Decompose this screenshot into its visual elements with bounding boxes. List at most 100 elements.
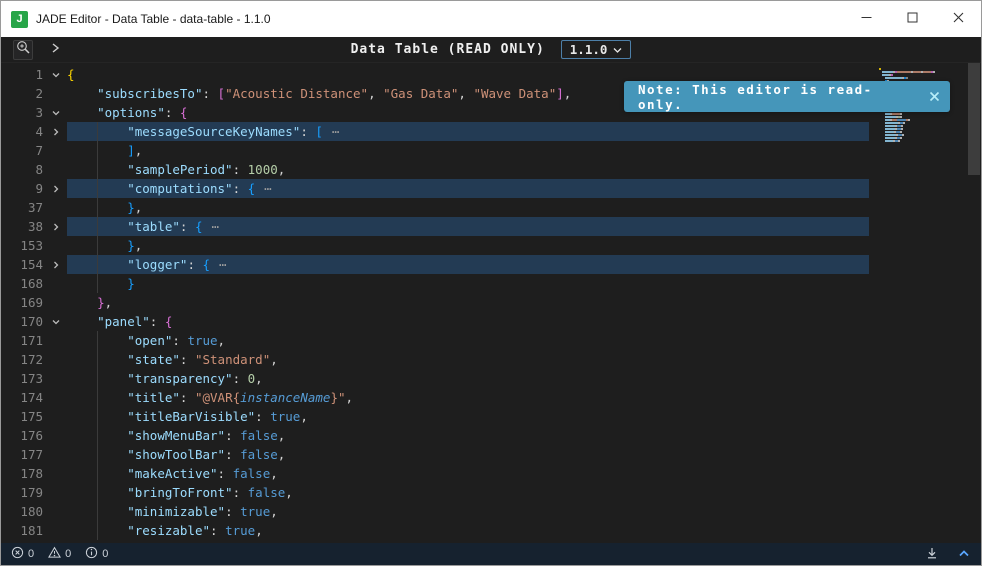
error-indicator[interactable]: 0 (11, 546, 34, 562)
info-count: 0 (102, 548, 109, 560)
line-number: 180 (20, 504, 43, 519)
minimap[interactable] (875, 63, 967, 543)
line-content[interactable]: "samplePeriod": 1000, (67, 160, 869, 179)
titlebar: J JADE Editor - Data Table - data-table … (1, 1, 981, 37)
line-content[interactable]: "titleBarVisible": true, (67, 407, 869, 426)
line-content[interactable]: "title": "@VAR{instanceName}", (67, 388, 869, 407)
line-content[interactable]: "table": {⋯ (67, 217, 869, 236)
fold-expanded-icon[interactable] (45, 103, 67, 122)
code-line[interactable]: 168 } (1, 274, 875, 293)
code-line[interactable]: 37 }, (1, 198, 875, 217)
readonly-toast: Note: This editor is read-only. (624, 81, 950, 112)
minimap-line (879, 122, 965, 124)
line-number: 37 (27, 200, 43, 215)
line-content[interactable]: "transparency": 0, (67, 369, 869, 388)
code-line[interactable]: 38 "table": {⋯ (1, 217, 875, 236)
line-content[interactable]: "showMenuBar": false, (67, 426, 869, 445)
code-line[interactable]: 7 ], (1, 141, 875, 160)
fold-expanded-icon[interactable] (45, 65, 67, 84)
indent-guide (97, 236, 99, 255)
vertical-scrollbar[interactable] (967, 63, 981, 543)
line-content[interactable]: ], (67, 141, 869, 160)
code-line[interactable]: 4 "messageSourceKeyNames": [⋯ (1, 122, 875, 141)
line-number: 176 (20, 428, 43, 443)
statusbar: 0 0 0 (1, 543, 981, 565)
line-content[interactable]: "logger": {⋯ (67, 255, 869, 274)
indent-guide (97, 331, 99, 350)
code-line[interactable]: 172 "state": "Standard", (1, 350, 875, 369)
code-line[interactable]: 153 }, (1, 236, 875, 255)
code-line[interactable]: 179 "bringToFront": false, (1, 483, 875, 502)
editor-toolbar: Data Table (READ ONLY) 1.1.0 (1, 37, 981, 63)
line-content[interactable]: "state": "Standard", (67, 350, 869, 369)
line-content[interactable]: }, (67, 198, 869, 217)
toast-close-icon[interactable] (927, 89, 941, 103)
line-content[interactable]: "showToolBar": false, (67, 445, 869, 464)
line-number: 171 (20, 333, 43, 348)
minimap-line (879, 68, 965, 70)
code-line[interactable]: 181 "resizable": true, (1, 521, 875, 540)
minimize-button[interactable] (843, 1, 889, 37)
close-icon (953, 10, 964, 28)
line-number: 1 (35, 67, 43, 82)
line-number: 8 (35, 162, 43, 177)
fold-collapsed-icon[interactable] (45, 255, 67, 274)
code-line[interactable]: 175 "titleBarVisible": true, (1, 407, 875, 426)
scrollbar-thumb[interactable] (968, 63, 980, 175)
code-line[interactable]: 176 "showMenuBar": false, (1, 426, 875, 445)
code-line[interactable]: 8 "samplePeriod": 1000, (1, 160, 875, 179)
code-line[interactable]: 154 "logger": {⋯ (1, 255, 875, 274)
line-content[interactable]: } (67, 274, 869, 293)
expand-button[interactable] (45, 40, 65, 60)
code-lines[interactable]: 1{2 "subscribesTo": ["Acoustic Distance"… (1, 63, 875, 543)
line-content[interactable]: "resizable": true, (67, 521, 869, 540)
line-content[interactable]: "computations": {⋯ (67, 179, 869, 198)
code-line[interactable]: 169 }, (1, 293, 875, 312)
warning-indicator[interactable]: 0 (48, 546, 71, 562)
minimize-icon (861, 10, 872, 28)
indent-guide (97, 388, 99, 407)
code-line[interactable]: 178 "makeActive": false, (1, 464, 875, 483)
fold-collapsed-icon[interactable] (45, 179, 67, 198)
maximize-button[interactable] (889, 1, 935, 37)
line-content[interactable]: "panel": { (67, 312, 869, 331)
line-content[interactable]: }, (67, 236, 869, 255)
line-number: 170 (20, 314, 43, 329)
indent-guide (97, 445, 99, 464)
code-line[interactable]: 174 "title": "@VAR{instanceName}", (1, 388, 875, 407)
code-line[interactable]: 180 "minimizable": true, (1, 502, 875, 521)
line-number: 3 (35, 105, 43, 120)
fold-collapsed-icon[interactable] (45, 122, 67, 141)
fold-collapsed-icon[interactable] (45, 217, 67, 236)
chevron-down-icon (613, 42, 622, 57)
indent-guide (97, 521, 99, 540)
line-content[interactable]: "open": true, (67, 331, 869, 350)
indent-guide (97, 426, 99, 445)
indent-guide (97, 350, 99, 369)
code-line[interactable]: 171 "open": true, (1, 331, 875, 350)
indent-guide (97, 274, 99, 293)
line-content[interactable]: "makeActive": false, (67, 464, 869, 483)
maximize-icon (907, 10, 918, 28)
chevron-up-icon[interactable] (957, 547, 971, 562)
close-button[interactable] (935, 1, 981, 37)
code-line[interactable]: 173 "transparency": 0, (1, 369, 875, 388)
zoom-button[interactable] (13, 39, 33, 60)
fold-expanded-icon[interactable] (45, 312, 67, 331)
line-content[interactable]: "bringToFront": false, (67, 483, 869, 502)
code-line[interactable]: 9 "computations": {⋯ (1, 179, 875, 198)
line-content[interactable]: }, (67, 293, 869, 312)
indent-guide (97, 502, 99, 521)
line-content[interactable]: "messageSourceKeyNames": [⋯ (67, 122, 869, 141)
line-content[interactable]: "minimizable": true, (67, 502, 869, 521)
info-indicator[interactable]: 0 (85, 546, 108, 562)
minimap-line (879, 113, 965, 115)
version-dropdown[interactable]: 1.1.0 (560, 40, 632, 59)
download-icon[interactable] (925, 546, 939, 563)
code-line[interactable]: 170 "panel": { (1, 312, 875, 331)
code-line[interactable]: 177 "showToolBar": false, (1, 445, 875, 464)
